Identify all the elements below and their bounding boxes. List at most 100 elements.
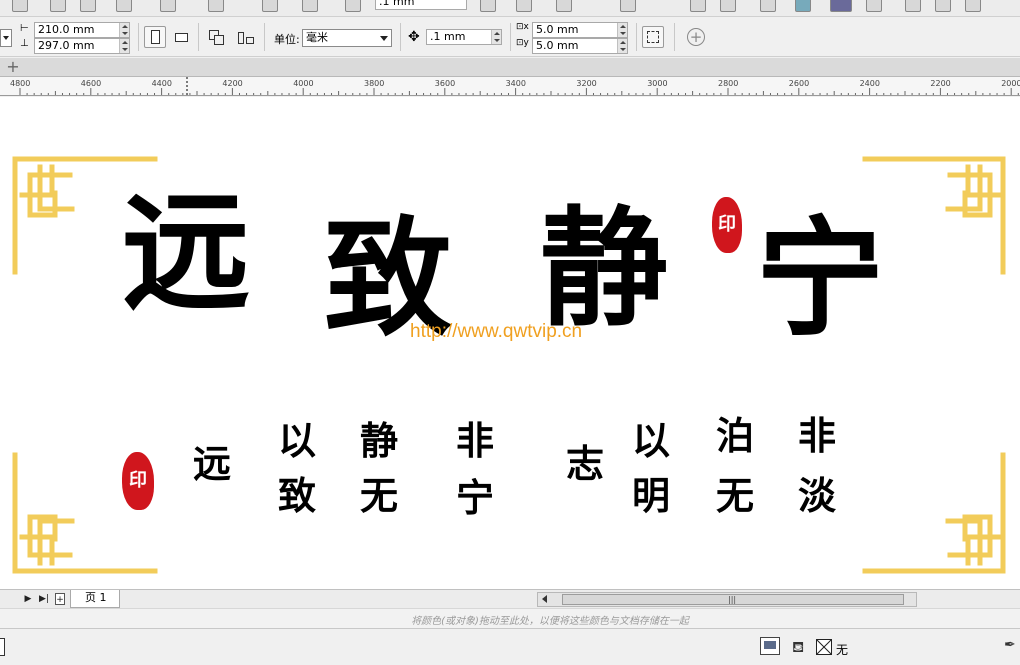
horizontal-ruler[interactable]: 4800 4600 4400 4200 4000 3800 3600 3400 3200 3000… [0,77,1020,96]
page-width-value: 210.0 mm [38,23,95,36]
dup-x-icon: ⊡x [516,22,529,32]
page-size-dropdown[interactable] [0,29,12,47]
horizontal-scrollbar[interactable]: ||| [537,592,917,607]
add-page-icon[interactable]: + [55,593,65,605]
top-nudge-field[interactable]: .1 mm [375,0,467,10]
dup-y-stepper[interactable] [617,39,627,53]
publish-icon[interactable] [80,0,96,12]
no-fill-swatch-icon[interactable] [816,639,832,655]
top-nudge-value: .1 mm [379,0,415,8]
portrait-icon [151,30,160,44]
scrollbar-thumb[interactable]: ||| [562,594,904,605]
property-bar: ⊢ 210.0 mm ⊥ 297.0 mm 单位: 毫米 ✥ .1 mm ⊡x … [0,17,1020,57]
add-button[interactable]: + [684,26,706,48]
pen-icon[interactable] [760,0,776,12]
snap-icon[interactable] [345,0,361,12]
print-icon[interactable] [302,0,318,12]
dup-y-icon: ⊡y [516,38,529,48]
wireframe-icon[interactable] [905,0,921,12]
effects-icon[interactable] [516,0,532,12]
next-page-icon[interactable]: ▶ [22,593,34,605]
page-width-field[interactable]: 210.0 mm [34,22,130,38]
verse-char: 以 [632,418,671,463]
fill-bucket-icon[interactable]: ⛾ [792,638,804,658]
duplicate-x-field[interactable]: 5.0 mm [532,22,628,38]
ruler-label: 4200 [222,79,243,88]
pdf-icon[interactable] [866,0,882,12]
color-wheel-icon[interactable] [795,0,811,12]
settings-icon[interactable] [935,0,951,12]
fill-none-label: 无 [836,643,849,657]
dashed-box-icon [647,31,659,43]
status-left-edge [0,638,5,656]
import-icon[interactable] [12,0,28,12]
nudge-value: .1 mm [430,30,466,43]
export-icon[interactable] [50,0,66,12]
last-page-icon[interactable]: ▶| [38,593,50,605]
status-bar: ⛾ 无 ✒ [0,628,1020,665]
undo-icon[interactable] [160,0,176,12]
verse-char: 以 [278,418,317,463]
main-char-4[interactable]: 宁 [756,215,884,343]
color-proof-icon[interactable] [760,637,780,655]
verse-char: 明 [632,473,671,518]
unit-select[interactable]: 毫米 [302,29,392,47]
view-icon[interactable] [116,0,132,12]
verse-char: 非 [456,418,495,463]
ruler-label: 3400 [505,79,526,88]
ruler-label: 4800 [10,79,31,88]
nudge-icon: ✥ [408,29,420,45]
all-pages-button[interactable] [205,26,227,48]
dup-x-stepper[interactable] [617,23,627,37]
seal-stamp-bottom: 印 [122,452,154,510]
verse-char: 无 [716,473,755,518]
main-char-1[interactable]: 远 [122,189,250,317]
transparency-icon[interactable] [620,0,636,12]
unit-label: 单位: [274,33,300,46]
width-icon: ⊢ [20,23,29,34]
palette-hint: 将颜色(或对象)拖动至此处，以便将这些颜色与文档存储在一起 [411,616,689,627]
page-height-value: 297.0 mm [38,39,95,52]
page-height-stepper[interactable] [119,39,129,53]
new-tab-button[interactable]: + [4,59,22,75]
page-width-stepper[interactable] [119,23,129,37]
verse-char: 淡 [798,473,837,518]
outline-pen-icon[interactable]: ✒ [1004,637,1016,653]
table-icon[interactable] [690,0,706,12]
redo-icon[interactable] [208,0,224,12]
seal-stamp-top: 印 [712,197,742,253]
dup-y-value: 5.0 mm [536,39,579,52]
portrait-button[interactable] [144,26,166,48]
save-icon[interactable] [262,0,278,12]
standard-toolbar: .1 mm [0,0,1020,17]
nudge-field[interactable]: .1 mm [426,29,502,45]
ruler-label: 2600 [788,79,810,88]
text-icon[interactable] [480,0,496,12]
treat-as-filled-button[interactable] [642,26,664,48]
ruler-label: 3000 [647,79,668,88]
align-icon[interactable] [720,0,736,12]
cmyk-icon[interactable] [965,0,981,12]
document-palette[interactable]: 将颜色(或对象)拖动至此处，以便将这些颜色与文档存储在一起 [0,608,1020,628]
drawing-canvas[interactable]: 远 致 静 宁 印 印 http://www.qwtvip.cn 远 以 致 静… [0,97,1020,589]
document-tab-strip: + [0,58,1020,77]
verse-char: 宁 [456,475,495,520]
page-height-field[interactable]: 297.0 mm [34,38,130,54]
page-navigator: ▶ ▶| + 页 1 ||| [0,589,1020,608]
fill-icon[interactable] [556,0,572,12]
color-swatch-icon[interactable] [830,0,852,12]
duplicate-y-field[interactable]: 5.0 mm [532,38,628,54]
ruler-label: 3200 [576,79,597,88]
ruler-label: 2400 [859,79,880,88]
landscape-button[interactable] [170,26,192,48]
nudge-stepper[interactable] [491,30,501,44]
current-page-button[interactable] [234,26,256,48]
ruler-label: 3600 [434,79,456,88]
landscape-icon [175,33,188,42]
scroll-left-icon[interactable] [542,595,547,603]
main-char-3[interactable]: 静 [540,205,668,333]
page-tab[interactable]: 页 1 [70,590,120,608]
height-icon: ⊥ [20,38,29,49]
chevron-down-icon [380,36,388,41]
ruler-label: 4000 [293,79,314,88]
